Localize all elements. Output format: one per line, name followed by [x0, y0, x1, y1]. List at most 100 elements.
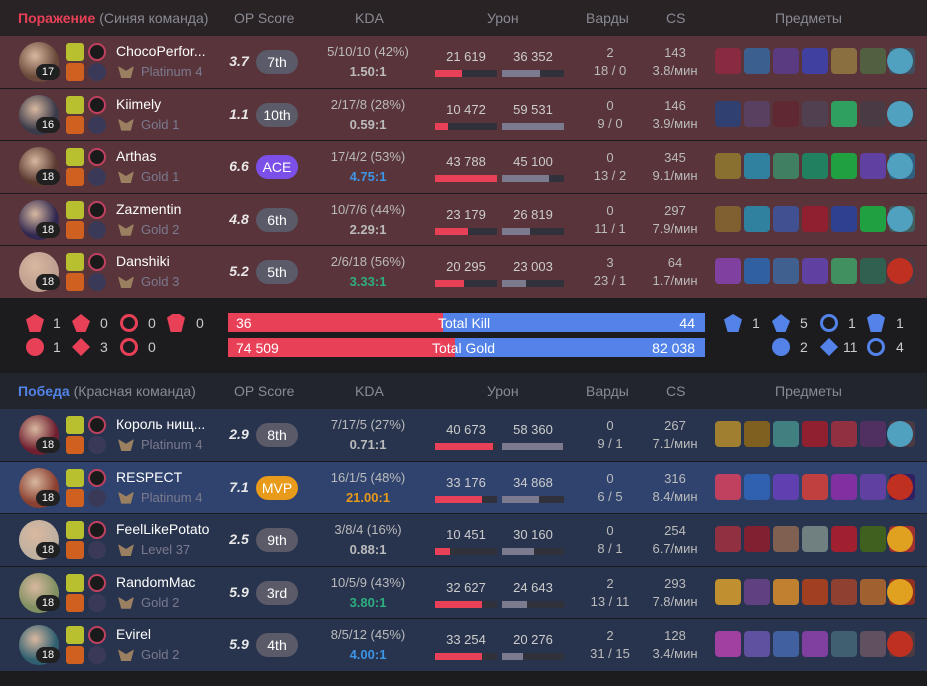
item-slot-icon[interactable] — [831, 205, 857, 232]
player-row[interactable]: 18 RESPECT Platinum 4 7.1 MVP 16/1/5 (48%) 21.… — [0, 461, 927, 515]
item-slot-icon[interactable] — [802, 100, 828, 127]
summoner-spell-icon[interactable] — [66, 168, 84, 187]
summoner-spell-flash-icon[interactable] — [66, 148, 84, 167]
keystone-rune-icon[interactable] — [88, 253, 106, 272]
item-slot-icon[interactable] — [715, 205, 741, 232]
player-row[interactable]: 18 FeelLikePotato Level 37 2.5 9th 3/8/4 (16%… — [0, 514, 927, 567]
keystone-rune-icon[interactable] — [88, 521, 106, 540]
item-slot-icon[interactable] — [802, 631, 828, 658]
summoner-name[interactable]: FeelLikePotato — [116, 521, 216, 537]
item-slot-icon[interactable] — [831, 258, 857, 285]
summoner-spell-icon[interactable] — [66, 488, 84, 507]
item-slot-icon[interactable] — [715, 578, 741, 605]
item-slot-icon[interactable] — [860, 631, 886, 658]
item-slot-icon[interactable] — [831, 153, 857, 180]
item-slot-icon[interactable] — [715, 526, 741, 553]
keystone-rune-icon[interactable] — [88, 148, 106, 167]
summoner-spell-flash-icon[interactable] — [66, 415, 84, 434]
summoner-spell-icon[interactable] — [66, 115, 84, 134]
secondary-rune-icon[interactable] — [88, 115, 106, 134]
summoner-spell-flash-icon[interactable] — [66, 573, 84, 592]
summoner-spell-icon[interactable] — [66, 220, 84, 239]
item-slot-icon[interactable] — [773, 153, 799, 180]
item-slot-icon[interactable] — [802, 153, 828, 180]
item-slot-icon[interactable] — [831, 631, 857, 658]
secondary-rune-icon[interactable] — [88, 63, 106, 81]
item-slot-icon[interactable] — [860, 153, 886, 180]
item-slot-icon[interactable] — [802, 578, 828, 605]
item-slot-icon[interactable] — [860, 258, 886, 285]
secondary-rune-icon[interactable] — [88, 646, 106, 665]
item-slot-icon[interactable] — [802, 48, 828, 74]
item-slot-icon[interactable] — [744, 100, 770, 127]
keystone-rune-icon[interactable] — [88, 573, 106, 592]
trinket-icon[interactable] — [887, 420, 913, 447]
summoner-name[interactable]: Arthas — [116, 148, 216, 164]
item-slot-icon[interactable] — [773, 48, 799, 74]
secondary-rune-icon[interactable] — [88, 435, 106, 454]
item-slot-icon[interactable] — [715, 153, 741, 180]
trinket-icon[interactable] — [887, 100, 913, 127]
summoner-name[interactable]: RandomMac — [116, 574, 216, 590]
secondary-rune-icon[interactable] — [88, 593, 106, 612]
item-slot-icon[interactable] — [773, 473, 799, 500]
summoner-spell-flash-icon[interactable] — [66, 626, 84, 645]
summoner-name[interactable]: Evirel — [116, 626, 216, 642]
player-row[interactable]: 18 Evirel Gold 2 5.9 4th 8/5/12 (45%) 4.00:1 33… — [0, 619, 927, 672]
item-slot-icon[interactable] — [802, 473, 828, 500]
item-slot-icon[interactable] — [715, 631, 741, 658]
item-slot-icon[interactable] — [715, 100, 741, 127]
item-slot-icon[interactable] — [831, 526, 857, 553]
keystone-rune-icon[interactable] — [88, 415, 106, 434]
keystone-rune-icon[interactable] — [88, 468, 106, 487]
item-slot-icon[interactable] — [802, 258, 828, 285]
item-slot-icon[interactable] — [831, 100, 857, 127]
item-slot-icon[interactable] — [744, 48, 770, 74]
item-slot-icon[interactable] — [773, 258, 799, 285]
item-slot-icon[interactable] — [831, 473, 857, 500]
summoner-name[interactable]: RESPECT — [116, 469, 216, 485]
player-row[interactable]: 16 Kiimely Gold 1 1.1 10th 2/17/8 (28%) 0.59:1… — [0, 88, 927, 142]
item-slot-icon[interactable] — [744, 578, 770, 605]
summoner-name[interactable]: Kiimely — [116, 96, 216, 112]
trinket-icon[interactable] — [887, 526, 913, 553]
item-slot-icon[interactable] — [744, 205, 770, 232]
item-slot-icon[interactable] — [744, 526, 770, 553]
summoner-spell-flash-icon[interactable] — [66, 95, 84, 114]
item-slot-icon[interactable] — [802, 526, 828, 553]
summoner-spell-icon[interactable] — [66, 435, 84, 454]
summoner-spell-flash-icon[interactable] — [66, 200, 84, 219]
summoner-spell-icon[interactable] — [66, 646, 84, 665]
trinket-icon[interactable] — [887, 48, 913, 74]
item-slot-icon[interactable] — [773, 420, 799, 447]
item-slot-icon[interactable] — [802, 420, 828, 447]
item-slot-icon[interactable] — [831, 420, 857, 447]
summoner-name[interactable]: Danshiki — [116, 253, 216, 269]
player-row[interactable]: 18 Danshiki Gold 3 5.2 5th 2/6/18 (56%) 3.33:1… — [0, 246, 927, 299]
item-slot-icon[interactable] — [860, 48, 886, 74]
item-slot-icon[interactable] — [860, 100, 886, 127]
secondary-rune-icon[interactable] — [88, 273, 106, 292]
item-slot-icon[interactable] — [860, 578, 886, 605]
item-slot-icon[interactable] — [831, 578, 857, 605]
summoner-name[interactable]: Король нищ... — [116, 416, 216, 432]
item-slot-icon[interactable] — [860, 473, 886, 500]
item-slot-icon[interactable] — [744, 631, 770, 658]
trinket-icon[interactable] — [887, 473, 913, 500]
keystone-rune-icon[interactable] — [88, 626, 106, 645]
summoner-spell-flash-icon[interactable] — [66, 253, 84, 272]
item-slot-icon[interactable] — [744, 420, 770, 447]
trinket-icon[interactable] — [887, 205, 913, 232]
item-slot-icon[interactable] — [860, 526, 886, 553]
player-row[interactable]: 18 RandomMac Gold 2 5.9 3rd 10/5/9 (43%) 3.80:… — [0, 566, 927, 620]
secondary-rune-icon[interactable] — [88, 541, 106, 560]
summoner-name[interactable]: Zazmentin — [116, 201, 216, 217]
item-slot-icon[interactable] — [744, 473, 770, 500]
summoner-spell-flash-icon[interactable] — [66, 468, 84, 487]
summoner-spell-flash-icon[interactable] — [66, 43, 84, 61]
secondary-rune-icon[interactable] — [88, 488, 106, 507]
player-row[interactable]: 18 Король нищ... Platinum 4 2.9 8th 7/17/5 (2… — [0, 408, 927, 462]
summoner-spell-icon[interactable] — [66, 273, 84, 292]
item-slot-icon[interactable] — [773, 205, 799, 232]
item-slot-icon[interactable] — [715, 258, 741, 285]
